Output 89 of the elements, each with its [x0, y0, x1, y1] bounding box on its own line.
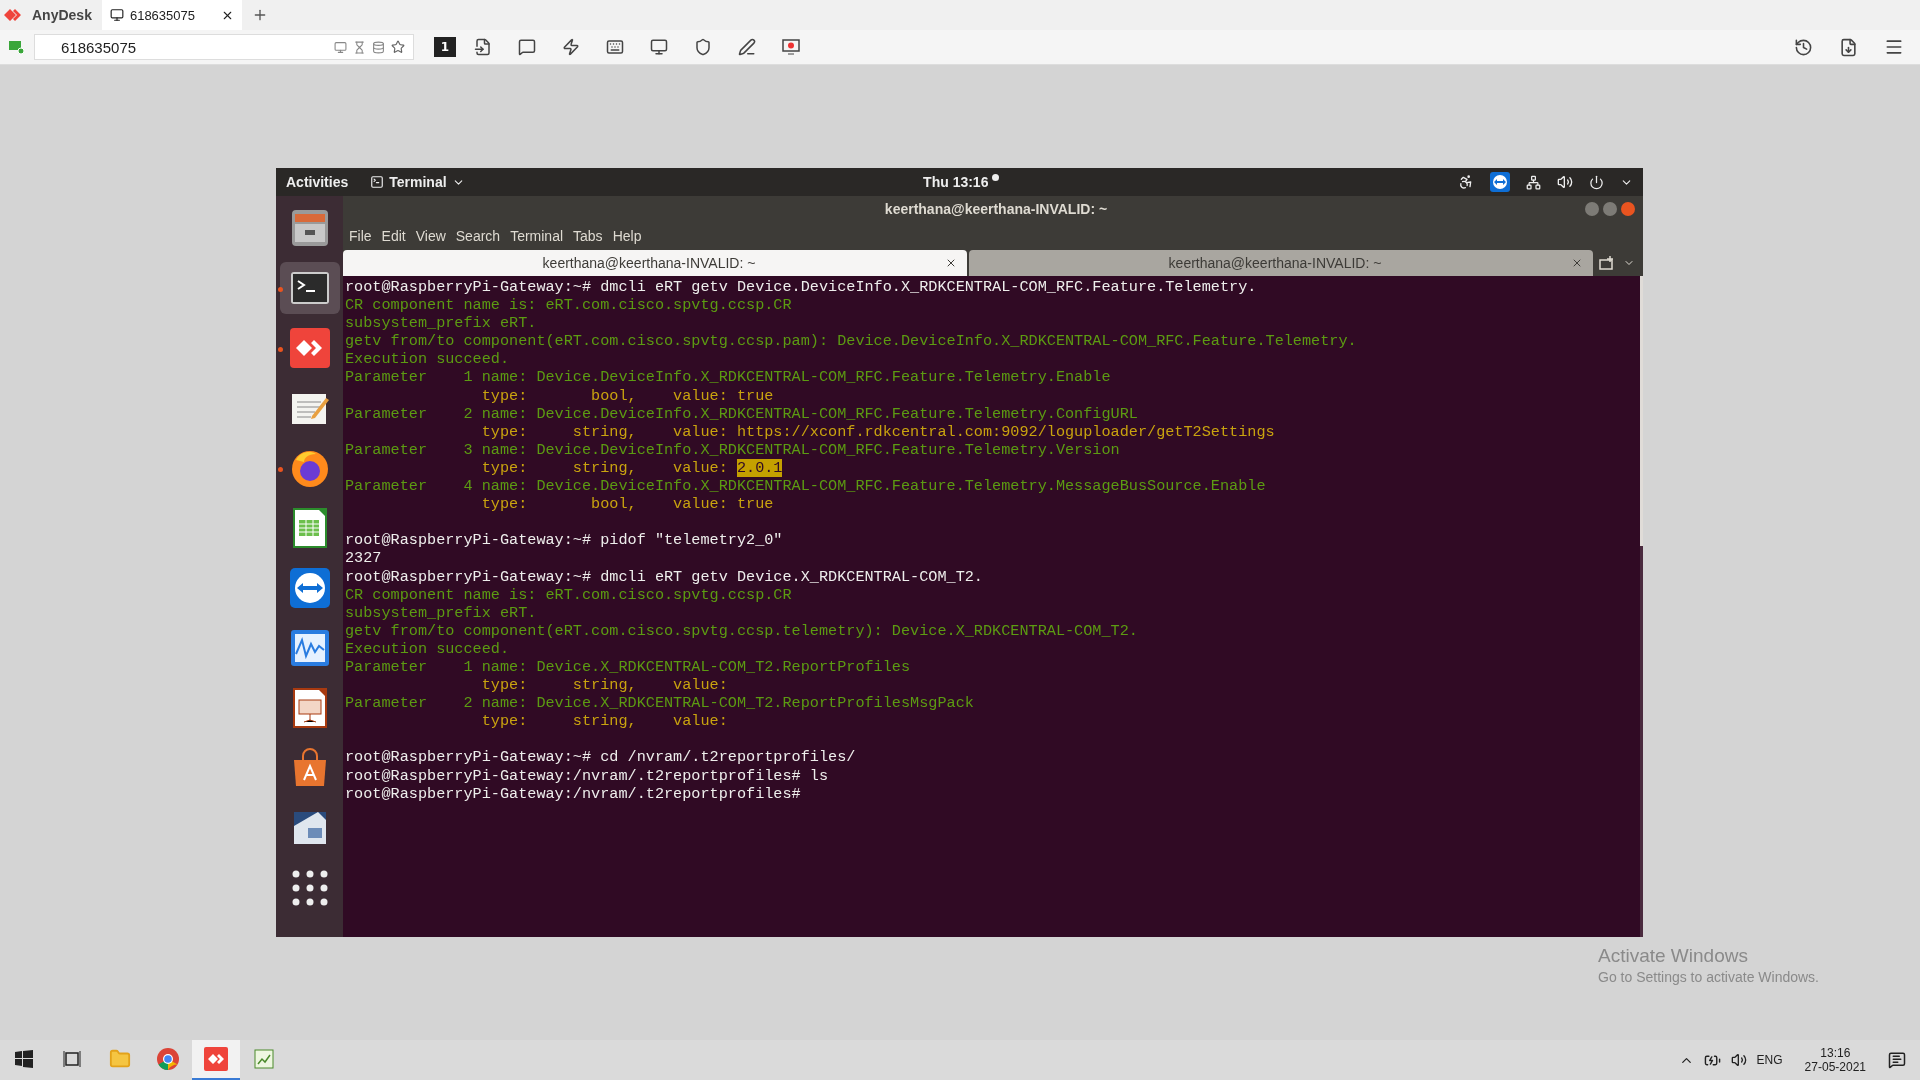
- terminal-line: 2327: [345, 549, 383, 568]
- menu-icon[interactable]: [1884, 37, 1904, 57]
- app-menu[interactable]: Terminal: [370, 174, 465, 190]
- shield-icon[interactable]: [694, 38, 712, 56]
- display-button[interactable]: 1: [434, 37, 456, 57]
- menu-item[interactable]: Edit: [381, 228, 406, 244]
- app-name: AnyDesk: [32, 7, 92, 23]
- monitor-icon: [109, 8, 124, 22]
- diamond-logo-icon: [4, 8, 22, 22]
- hourglass-icon[interactable]: [353, 40, 366, 54]
- session-tab[interactable]: 618635075: [101, 0, 242, 30]
- chrome-ball-icon[interactable]: [156, 1047, 180, 1071]
- menu-item[interactable]: Help: [612, 228, 642, 244]
- terminal-line: root@RaspberryPi-Gateway:~# pidof "telemetry2_0": [345, 531, 784, 550]
- terminal-line: CR component name is: eRT.com.cisco.spvtg.ccsp.CR: [345, 585, 793, 604]
- cylinder-icon[interactable]: [372, 40, 385, 54]
- history-icon[interactable]: [1794, 37, 1813, 57]
- window-title: keerthana@keerthana-INVALID: ~: [883, 201, 1109, 217]
- clock[interactable]: Thu 13:16: [923, 174, 989, 190]
- terminal-line: Parameter 1 name: Device.X_RDKCENTRAL-COM_T2.ReportProfiles: [345, 657, 912, 677]
- record-monitor-icon[interactable]: [782, 38, 800, 56]
- address-field[interactable]: 618635075: [34, 34, 414, 60]
- download-icon[interactable]: [1839, 37, 1858, 57]
- terminal-line: root@RaspberryPi-Gateway:/nvram/.t2reportprofiles#: [345, 784, 802, 803]
- activities-button[interactable]: Activities: [286, 174, 349, 190]
- monitor-icon[interactable]: [650, 38, 668, 56]
- terminal-icon: [370, 175, 385, 189]
- scrollbar-thumb[interactable]: [1640, 276, 1643, 546]
- menu-item[interactable]: File: [349, 228, 372, 244]
- pen-icon[interactable]: [738, 38, 756, 56]
- power-icon[interactable]: [1589, 174, 1604, 190]
- clock-date[interactable]: 27-05-2021: [1804, 1060, 1866, 1074]
- terminal-line: Parameter 3 name: Device.DeviceInfo.X_RDKCENTRAL-COM_RFC.Feature.Telemetry.Version: [345, 440, 1121, 459]
- terminal-line: Parameter 1 name: Device.DeviceInfo.X_RDKCENTRAL-COM_RFC.Feature.Telemetry.Enable: [345, 368, 1112, 387]
- clock-time[interactable]: 13:16: [1820, 1046, 1851, 1060]
- close-button[interactable]: [1621, 202, 1635, 216]
- menu-item[interactable]: Tabs: [573, 228, 603, 244]
- network-icon[interactable]: [1526, 174, 1541, 190]
- new-tab-icon[interactable]: [1599, 256, 1615, 270]
- monitor-status-icon[interactable]: [8, 39, 24, 55]
- notification-icon[interactable]: [1888, 1051, 1906, 1069]
- language-indicator[interactable]: ENG: [1756, 1053, 1783, 1067]
- close-icon[interactable]: [945, 257, 957, 269]
- terminal-line: type: string, value: https://xconf.rdkcentral.com:9092/loguploader/getT2Settings: [480, 422, 1276, 441]
- menu-item[interactable]: Terminal: [510, 228, 564, 244]
- terminal-line: type: string, value:: [480, 712, 729, 731]
- menu-item[interactable]: View: [415, 228, 446, 244]
- terminal-line: getv from/to component(eRT.com.cisco.spvtg.ccsp.pam): Device.DeviceInfo.X_RDKCENTRAL-COM_RFC.Feature.Telemetry.: [345, 332, 1358, 351]
- terminal-line: Parameter 4 name: Device.DeviceInfo.X_RDKCENTRAL-COM_RFC.Feature.Telemetry.MessageBusSource.Enable: [345, 477, 1267, 496]
- terminal-line: root@RaspberryPi-Gateway:~# cd /nvram/.t2reportprofiles/: [345, 748, 857, 767]
- notepad-chart-icon[interactable]: [252, 1047, 276, 1071]
- terminal-line: Parameter 2 name: Device.X_RDKCENTRAL-COM_T2.ReportProfilesMsgPack: [345, 694, 975, 713]
- terminal-line: subsystem_prefix eRT.: [345, 314, 538, 333]
- terminal-line: type: string, value: 2.0.1: [480, 458, 784, 478]
- terminal-line: root@RaspberryPi-Gateway:~# dmcli eRT getv Device.X_RDKCENTRAL-COM_T2.: [345, 567, 984, 586]
- minimize-button[interactable]: [1585, 202, 1599, 216]
- menu-item[interactable]: Search: [455, 228, 501, 244]
- terminal-line: CR component name is: eRT.com.cisco.spvtg.ccsp.CR: [345, 296, 793, 315]
- file-arrow-icon[interactable]: [474, 38, 492, 56]
- terminal-line: root@RaspberryPi-Gateway:~# dmcli eRT getv Device.DeviceInfo.X_RDKCENTRAL-COM_RFC.Feature.Telemetry.: [345, 278, 1258, 297]
- terminal-line: type: string, value:: [480, 676, 729, 695]
- star-icon[interactable]: [391, 40, 405, 54]
- chat-icon[interactable]: [518, 38, 536, 56]
- terminal-line: Execution succeed.: [345, 639, 511, 658]
- terminal-line: getv from/to component(eRT.com.cisco.spvtg.ccsp.telemetry): Device.X_RDKCENTRAL-COM_T2.: [345, 621, 1139, 640]
- terminal-line: Execution succeed.: [345, 350, 511, 369]
- terminal-line: subsystem_prefix eRT.: [345, 603, 538, 622]
- accessibility-icon[interactable]: [1458, 174, 1474, 190]
- activation-message: Go to Settings to activate Windows.: [1598, 969, 1819, 985]
- terminal-line: root@RaspberryPi-Gateway:/nvram/.t2reportprofiles# ls: [345, 766, 830, 785]
- dock-item[interactable]: [279, 262, 340, 314]
- windows-logo-icon[interactable]: [15, 1050, 33, 1068]
- taskbar-app[interactable]: [192, 1040, 240, 1080]
- app-menu-label: Terminal: [389, 174, 447, 190]
- task-view-icon[interactable]: [62, 1049, 82, 1069]
- volume-icon[interactable]: [1730, 1052, 1747, 1068]
- terminal-line: type: bool, value: true: [480, 495, 775, 514]
- terminal-tab[interactable]: keerthana@keerthana-INVALID: ~: [343, 250, 967, 276]
- double-arrow-icon[interactable]: [1490, 172, 1510, 192]
- terminal-line: Parameter 2 name: Device.DeviceInfo.X_RDKCENTRAL-COM_RFC.Feature.Telemetry.ConfigURL: [345, 404, 1139, 423]
- activation-title: Activate Windows: [1598, 945, 1749, 967]
- diamond-logo-icon[interactable]: [287, 326, 332, 370]
- keyboard-icon[interactable]: [606, 38, 624, 56]
- terminal-line: type: bool, value: true: [480, 386, 775, 405]
- notification-dot-icon: [992, 174, 1000, 181]
- lightning-icon[interactable]: [562, 38, 580, 56]
- maximize-button[interactable]: [1603, 202, 1617, 216]
- terminal-tab[interactable]: keerthana@keerthana-INVALID: ~: [969, 250, 1593, 276]
- volume-icon[interactable]: [1557, 174, 1573, 190]
